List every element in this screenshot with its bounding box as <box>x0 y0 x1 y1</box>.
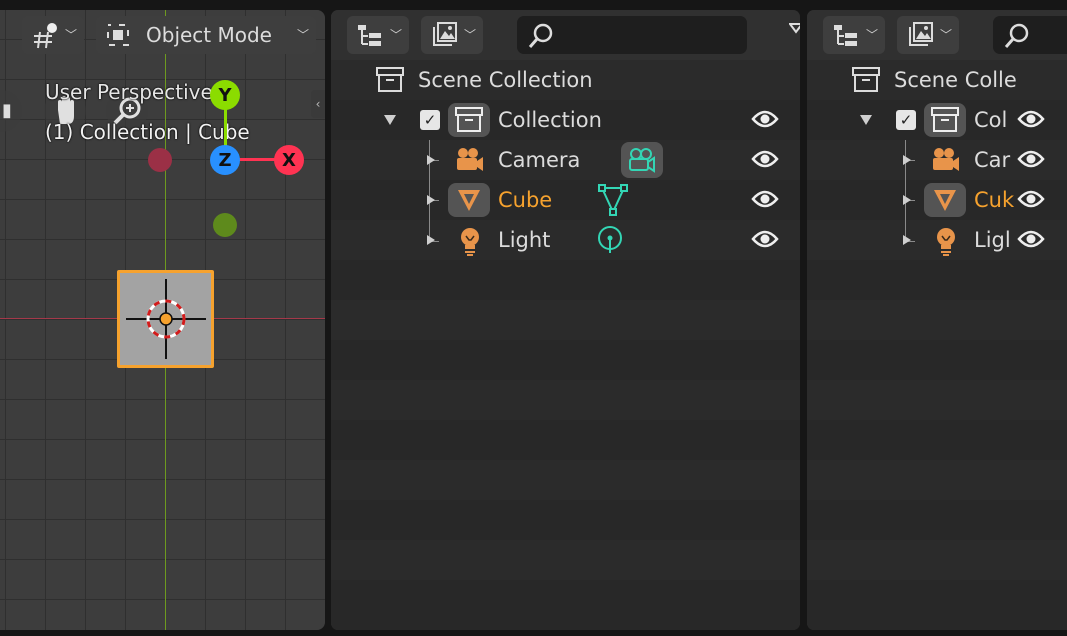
scene-collection-row[interactable]: Scene Colle <box>807 60 1067 100</box>
camera-object-icon <box>930 146 960 174</box>
gizmo-neg-y-ball[interactable] <box>213 213 237 237</box>
gizmo-neg-x-ball[interactable] <box>148 148 172 172</box>
eye-icon[interactable] <box>1017 109 1045 129</box>
filter-icon <box>906 22 934 48</box>
3d-viewport[interactable]: ﹀ Object Mode ﹀ ▮ User Perspective (1) C… <box>0 10 325 630</box>
exclude-checkbox[interactable]: ✓ <box>896 110 916 130</box>
mode-label: Object Mode <box>146 23 272 47</box>
camera-data-icon[interactable] <box>621 142 663 178</box>
eye-icon[interactable] <box>751 229 779 249</box>
eye-icon[interactable] <box>751 109 779 129</box>
scene-collection-label: Scene Colle <box>894 68 1017 92</box>
eye-icon[interactable] <box>751 149 779 169</box>
collection-row[interactable]: ✓ Collection <box>331 100 800 140</box>
light-data-icon[interactable] <box>595 225 625 255</box>
mode-dropdown[interactable]: Object Mode ﹀ <box>96 16 316 54</box>
scene-collection-label: Scene Collection <box>418 68 593 92</box>
scene-collection-row[interactable]: Scene Collection <box>331 60 800 100</box>
funnel-icon <box>789 22 800 42</box>
object-mode-icon <box>106 23 130 47</box>
3d-cursor-icon <box>126 279 206 359</box>
gizmo-y-line <box>224 106 227 146</box>
eye-icon[interactable] <box>1017 229 1045 249</box>
chevron-down-icon: ﹀ <box>463 28 476 42</box>
filter-dropdown[interactable]: ﹀ <box>421 16 483 54</box>
search-icon <box>1003 22 1031 50</box>
outliner-left: ﹀ ﹀ Scene Collection ✓ Collection Camera… <box>331 10 800 630</box>
gizmo-y-ball[interactable]: Y <box>210 80 240 110</box>
filter-icon <box>430 22 458 48</box>
chevron-down-icon: ﹀ <box>389 28 402 42</box>
expand-arrow-icon[interactable] <box>860 115 872 125</box>
mesh-object-icon <box>448 183 490 217</box>
light-object-icon <box>934 226 958 256</box>
eye-icon[interactable] <box>751 189 779 209</box>
selection-info-label: (1) Collection | Cube <box>45 120 250 144</box>
collection-label: Col <box>974 108 1008 132</box>
outliner-tree: Scene Collection ✓ Collection Camera Cub… <box>331 60 800 630</box>
item-label: Camera <box>498 148 581 172</box>
collection-label: Collection <box>498 108 602 132</box>
expand-arrow-icon[interactable] <box>384 115 396 125</box>
chevron-down-icon: ﹀ <box>939 28 952 42</box>
scene-collection-icon <box>376 67 404 93</box>
search-input[interactable] <box>517 16 747 54</box>
outliner-item-light[interactable]: Ligl <box>807 220 1067 260</box>
collection-row[interactable]: ✓ Col <box>807 100 1067 140</box>
outliner-header: ﹀ ﹀ <box>807 10 1067 60</box>
outliner-item-light[interactable]: Light <box>331 220 800 260</box>
gizmo-x-ball[interactable]: X <box>274 145 304 175</box>
collection-icon <box>448 103 490 137</box>
chevron-down-icon: ﹀ <box>865 28 878 42</box>
scene-collection-icon <box>852 67 880 93</box>
sidebar-toggle[interactable]: ‹ <box>311 90 325 118</box>
mesh-data-icon[interactable] <box>598 184 628 216</box>
expand-arrow-icon[interactable] <box>903 195 911 205</box>
cube-object[interactable] <box>117 270 214 368</box>
item-label: Light <box>498 228 551 252</box>
display-mode-dropdown[interactable]: ﹀ <box>823 16 885 54</box>
outliner-item-cube[interactable]: Cube <box>331 180 800 220</box>
outliner-item-camera[interactable]: Camera <box>331 140 800 180</box>
object-transform-icon <box>30 22 60 50</box>
item-label: Cube <box>498 188 553 212</box>
chevron-down-icon: ﹀ <box>296 28 309 42</box>
item-label: Cuk <box>974 188 1015 212</box>
outliner-item-camera[interactable]: Car <box>807 140 1067 180</box>
outliner-right: ﹀ ﹀ Scene Colle ✓ Col Car Cuk Ligl <box>807 10 1067 630</box>
outliner-tree: Scene Colle ✓ Col Car Cuk Ligl <box>807 60 1067 630</box>
gizmo-z-ball[interactable]: Z <box>210 145 240 175</box>
search-input[interactable] <box>993 16 1067 54</box>
transform-orientation-button[interactable]: ﹀ <box>22 16 84 54</box>
eye-icon[interactable] <box>1017 189 1045 209</box>
filter-dropdown[interactable]: ﹀ <box>897 16 959 54</box>
expand-arrow-icon[interactable] <box>427 235 435 245</box>
outliner-display-mode-icon <box>833 24 859 48</box>
camera-icon: ▮ <box>2 100 12 121</box>
search-icon <box>527 22 555 50</box>
light-object-icon <box>458 226 482 256</box>
filter-popover-button[interactable] <box>783 16 800 54</box>
collection-icon <box>924 103 966 137</box>
outliner-item-cube[interactable]: Cuk <box>807 180 1067 220</box>
chevron-left-icon: ‹ <box>315 97 321 111</box>
expand-arrow-icon[interactable] <box>903 235 911 245</box>
viewport-header: ﹀ Object Mode ﹀ <box>0 10 325 58</box>
display-mode-dropdown[interactable]: ﹀ <box>347 16 409 54</box>
exclude-checkbox[interactable]: ✓ <box>420 110 440 130</box>
expand-arrow-icon[interactable] <box>427 195 435 205</box>
item-label: Ligl <box>974 228 1011 252</box>
camera-object-icon <box>454 146 484 174</box>
mesh-object-icon <box>924 183 966 217</box>
view-perspective-label: User Perspective <box>45 80 213 104</box>
expand-arrow-icon[interactable] <box>427 155 435 165</box>
chevron-down-icon: ﹀ <box>64 28 77 42</box>
outliner-header: ﹀ ﹀ <box>331 10 800 60</box>
item-label: Car <box>974 148 1011 172</box>
expand-arrow-icon[interactable] <box>903 155 911 165</box>
outliner-display-mode-icon <box>357 24 383 48</box>
eye-icon[interactable] <box>1017 149 1045 169</box>
